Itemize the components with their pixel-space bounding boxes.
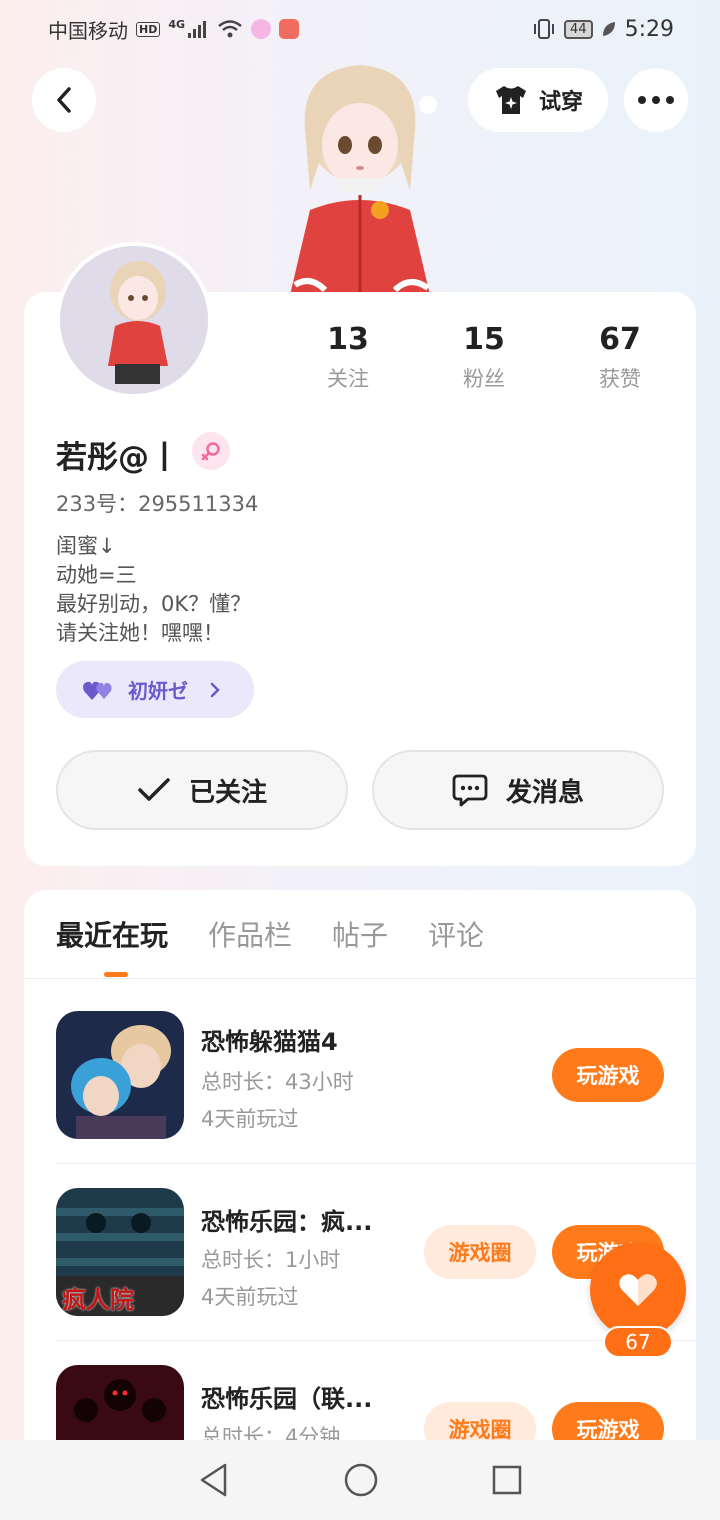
likes-label: 获赞 — [599, 367, 641, 391]
status-left: 中国移动 HD 4G — [48, 15, 300, 44]
fans-stat[interactable]: 15 粉丝 — [416, 322, 552, 393]
game-title: 恐怖躲猫猫4 — [201, 1028, 338, 1056]
game-list-item[interactable]: 疯人院 恐怖乐园：疯... 总时长：1小时 4天前玩过 游戏圈 玩游戏 — [56, 1188, 664, 1364]
female-icon — [201, 442, 220, 461]
game-cover-text: 疯人院 — [62, 1286, 134, 1314]
tab-works[interactable]: 作品栏 — [208, 914, 292, 954]
status-right: 44 5:29 — [532, 17, 674, 42]
fans-label: 粉丝 — [463, 367, 505, 391]
play-game-button[interactable]: 玩游戏 — [552, 1048, 664, 1102]
wifi-icon — [218, 20, 242, 38]
double-heart-icon — [83, 681, 112, 700]
battery-indicator: 44 — [564, 19, 593, 39]
more-dots-icon — [638, 96, 674, 104]
checkmark-icon — [138, 778, 170, 801]
more-options-button[interactable] — [624, 68, 688, 132]
game-last-played: 4天前玩过 — [201, 1107, 299, 1131]
tab-posts[interactable]: 帖子 — [332, 914, 388, 954]
fans-count: 15 — [463, 322, 505, 357]
intimate-friend-tag[interactable]: 初妍ゼ — [56, 661, 254, 718]
following-label: 关注 — [327, 367, 369, 391]
game-last-played: 4天前玩过 — [201, 1285, 299, 1309]
send-message-label: 发消息 — [505, 777, 584, 808]
active-tab-indicator — [104, 972, 128, 977]
game-title: 恐怖乐园：疯... — [201, 1208, 373, 1236]
game-title: 恐怖乐园（联... — [201, 1385, 373, 1413]
try-on-button[interactable]: 试穿 — [468, 68, 608, 132]
profile-tabs: 最近在玩 作品栏 帖子 评论 — [56, 914, 484, 954]
signal-icon — [188, 21, 207, 38]
app-notification-icon — [251, 19, 272, 39]
chat-bubble-icon — [452, 774, 488, 807]
back-button[interactable] — [32, 68, 96, 132]
bio-line: 闺蜜↓ — [56, 534, 116, 558]
list-divider — [56, 1340, 696, 1341]
username: 若彤@丨 — [56, 440, 180, 476]
game-list-item[interactable]: 恐怖躲猫猫4 总时长：43小时 4天前玩过 玩游戏 — [56, 1010, 664, 1186]
like-count-badge: 67 — [603, 1326, 673, 1358]
bio-line: 最好别动，0K？懂？ — [56, 592, 252, 616]
game-play-duration: 总时长：43小时 — [201, 1070, 354, 1094]
avatar-character-image[interactable] — [270, 50, 450, 295]
vibrate-icon — [534, 19, 555, 39]
game-play-duration: 总时长：1小时 — [201, 1248, 341, 1272]
system-navigation-bar — [0, 1440, 720, 1520]
send-message-button[interactable]: 发消息 — [372, 750, 664, 830]
tab-recently-played[interactable]: 最近在玩 — [56, 914, 168, 954]
recents-square-icon[interactable] — [491, 1464, 523, 1496]
following-count: 13 — [327, 322, 369, 357]
user-id[interactable]: 233号：295511334 — [56, 488, 258, 518]
profile-avatar[interactable] — [56, 242, 212, 398]
try-on-label: 试穿 — [538, 90, 583, 115]
shop-notification-icon — [279, 19, 300, 39]
list-divider — [56, 1163, 696, 1164]
heart-icon — [619, 1274, 657, 1306]
following-button-label: 已关注 — [188, 777, 267, 808]
bio-line: 动她=三 — [56, 563, 137, 587]
leaf-icon — [602, 22, 615, 36]
tshirt-sparkle-icon — [495, 86, 526, 114]
likes-count: 67 — [599, 322, 641, 357]
game-circle-button[interactable]: 游戏圈 — [424, 1225, 536, 1279]
tabs-divider — [24, 978, 696, 979]
clock: 5:29 — [624, 16, 674, 42]
intimate-friend-name: 初妍ゼ — [128, 679, 188, 703]
user-bio: 闺蜜↓ 动她=三 最好别动，0K？懂？ 请关注她！嘿嘿！ — [56, 532, 251, 648]
chevron-left-icon — [57, 87, 71, 113]
back-triangle-icon[interactable] — [197, 1462, 231, 1498]
carrier-name: 中国移动 — [48, 18, 128, 43]
female-gender-badge — [192, 432, 230, 470]
profile-stats: 13 关注 15 粉丝 67 获赞 — [280, 322, 688, 393]
bio-line: 请关注她！嘿嘿！ — [56, 621, 224, 645]
like-floating-button[interactable] — [590, 1242, 686, 1338]
following-button[interactable]: 已关注 — [56, 750, 348, 830]
hd-badge: HD — [136, 21, 161, 37]
home-circle-icon[interactable] — [343, 1462, 379, 1498]
likes-stat[interactable]: 67 获赞 — [552, 322, 688, 393]
game-icon[interactable] — [56, 1011, 184, 1139]
tab-comments[interactable]: 评论 — [428, 914, 484, 954]
avatar-image — [60, 246, 208, 394]
game-cover-image — [56, 1011, 184, 1139]
chevron-right-icon — [210, 682, 220, 697]
game-icon[interactable]: 疯人院 — [56, 1188, 184, 1316]
network-type: 4G — [168, 17, 186, 31]
following-stat[interactable]: 13 关注 — [280, 322, 416, 393]
